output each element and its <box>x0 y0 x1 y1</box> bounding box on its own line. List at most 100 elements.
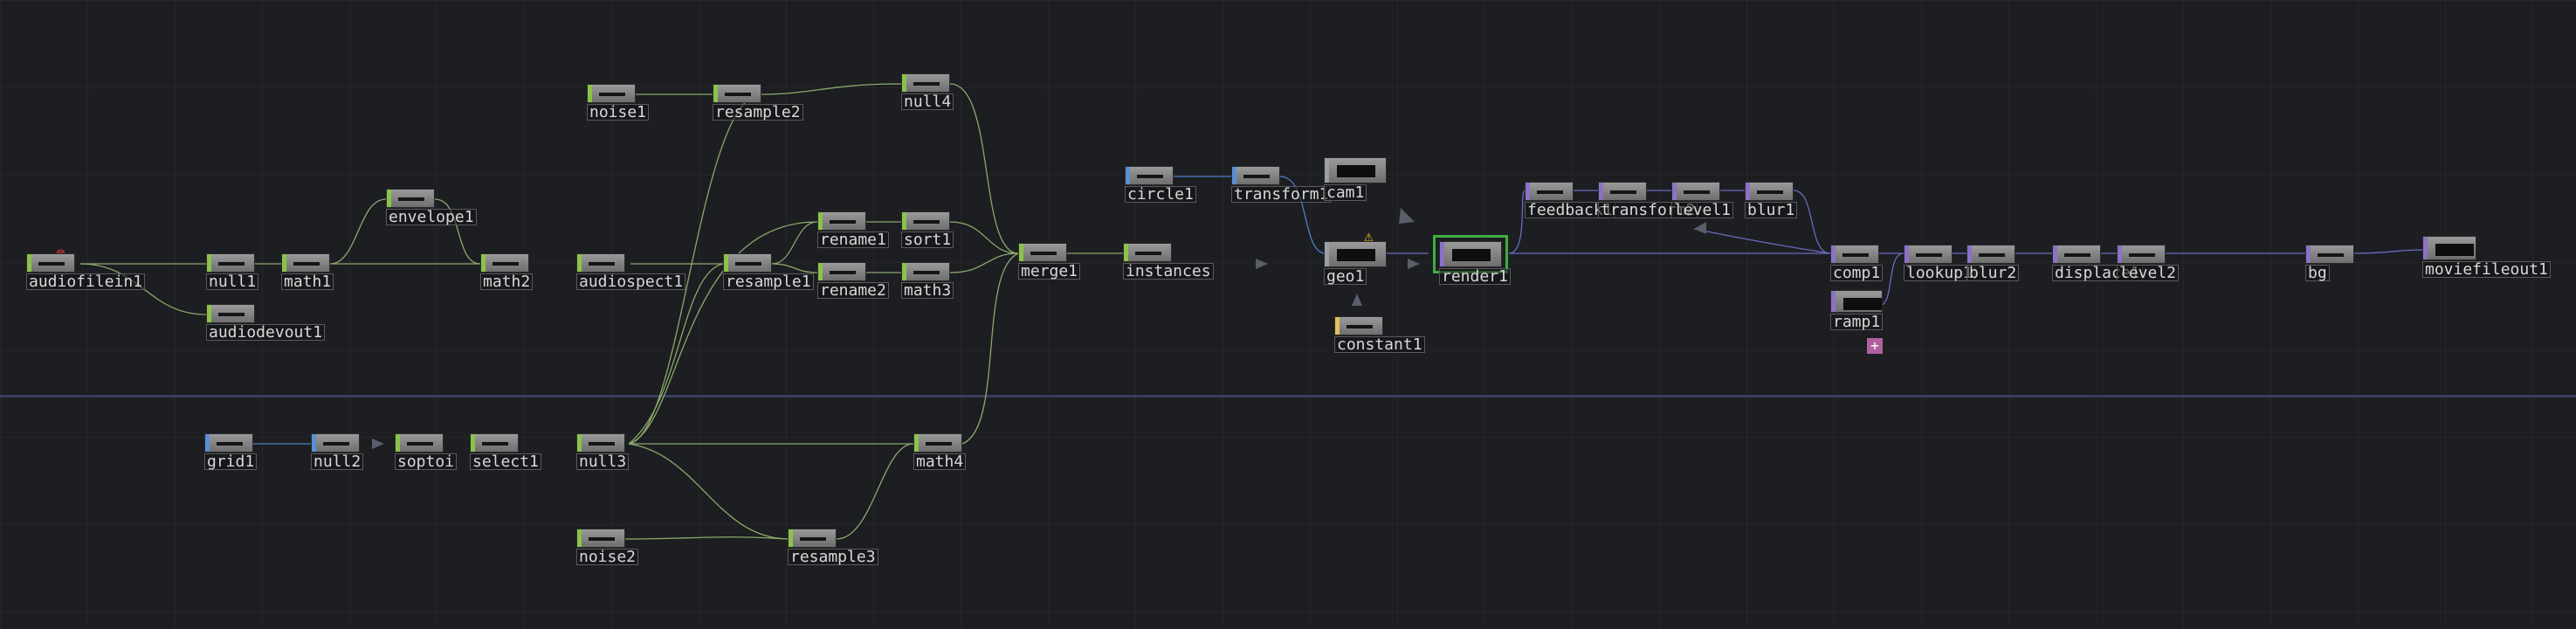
wire-arrow <box>1256 259 1268 269</box>
node-label[interactable]: moviefileout1 <box>2422 261 2551 278</box>
node-label[interactable]: blur1 <box>1745 202 1798 218</box>
node-label[interactable]: soptoi <box>395 453 458 470</box>
node-tile[interactable] <box>206 304 255 323</box>
node-tile[interactable] <box>2052 245 2101 264</box>
node-label[interactable]: audiodevout1 <box>206 324 326 341</box>
node-label[interactable]: math4 <box>913 453 967 470</box>
wire <box>1508 190 1526 254</box>
node-label[interactable]: null2 <box>311 453 364 470</box>
node-tile[interactable] <box>1598 182 1647 201</box>
wire-arrow <box>1399 208 1415 224</box>
node-tile[interactable] <box>576 529 625 548</box>
node-tile[interactable] <box>1324 157 1387 183</box>
node-label[interactable]: rename1 <box>817 232 889 248</box>
node-label[interactable]: rename2 <box>817 282 889 299</box>
node-tile[interactable] <box>901 262 950 281</box>
wire-arrow <box>1408 259 1420 269</box>
wire <box>836 443 914 540</box>
node-label[interactable]: math3 <box>901 282 954 299</box>
node-tile[interactable] <box>1525 182 1574 201</box>
node-tile[interactable] <box>281 253 330 273</box>
wire <box>961 252 1019 445</box>
node-label[interactable]: null4 <box>901 93 954 110</box>
node-tile[interactable] <box>901 211 950 231</box>
wire <box>621 536 789 540</box>
node-tile[interactable] <box>480 253 529 273</box>
wire <box>1793 190 1831 254</box>
node-tile[interactable] <box>1231 166 1280 185</box>
node-tile[interactable] <box>1123 243 1172 262</box>
node-tile[interactable] <box>817 262 866 281</box>
warning-icon[interactable]: ⚠ <box>1364 229 1374 245</box>
node-tile[interactable] <box>206 253 255 273</box>
node-label[interactable]: transform1 <box>1231 186 1332 203</box>
node-tile[interactable] <box>204 433 253 453</box>
node-label[interactable]: null1 <box>206 273 259 290</box>
node-label[interactable]: math1 <box>281 273 334 290</box>
node-tile[interactable] <box>1966 245 2015 264</box>
node-label[interactable]: math2 <box>480 273 534 290</box>
node-tile[interactable] <box>395 433 444 453</box>
node-label[interactable]: instances <box>1123 263 1214 280</box>
node-tile[interactable] <box>1830 245 1879 264</box>
wire <box>1693 228 1831 254</box>
node-label[interactable]: ramp1 <box>1830 314 1884 330</box>
node-label[interactable]: sort1 <box>901 232 954 248</box>
node-tile[interactable] <box>1334 316 1383 335</box>
wire-layer <box>79 83 2423 540</box>
node-tile[interactable] <box>817 211 866 231</box>
node-label[interactable]: geo1 <box>1324 268 1367 285</box>
node-tile[interactable] <box>587 84 636 103</box>
node-tile[interactable] <box>2305 245 2354 264</box>
node-label[interactable]: comp1 <box>1830 265 1884 281</box>
node-label[interactable]: level1 <box>1671 202 1734 218</box>
node-tile[interactable] <box>1904 245 1953 264</box>
node-tile[interactable] <box>386 189 435 208</box>
node-label[interactable]: envelope1 <box>386 209 477 225</box>
node-tile[interactable] <box>311 433 360 453</box>
node-tile[interactable] <box>901 73 950 93</box>
node-label[interactable]: resample3 <box>788 549 878 565</box>
node-label[interactable]: circle1 <box>1125 186 1196 203</box>
node-label[interactable]: noise1 <box>587 104 650 121</box>
node-label[interactable]: resample1 <box>723 273 814 290</box>
node-label[interactable]: merge1 <box>1018 263 1081 280</box>
node-tile[interactable] <box>2117 245 2166 264</box>
node-label[interactable]: select1 <box>470 453 541 470</box>
node-tile[interactable] <box>1830 290 1883 313</box>
add-icon[interactable]: + <box>1867 338 1883 354</box>
node-label[interactable]: audiospect1 <box>576 273 686 290</box>
node-tile[interactable] <box>1324 241 1387 267</box>
node-tile[interactable] <box>913 433 962 453</box>
node-tile[interactable] <box>1745 182 1794 201</box>
node-label[interactable]: render1 <box>1439 268 1511 285</box>
node-tile[interactable] <box>576 433 625 453</box>
node-tile[interactable] <box>723 253 772 273</box>
node-label[interactable]: noise2 <box>576 549 639 565</box>
node-label[interactable]: null3 <box>576 453 630 470</box>
node-label[interactable]: audiofilein1 <box>26 273 146 290</box>
node-tile[interactable] <box>1018 243 1067 262</box>
node-tile[interactable] <box>788 529 837 548</box>
node-label[interactable]: lookup1 <box>1904 265 1975 281</box>
node-label[interactable]: blur2 <box>1966 265 2020 281</box>
node-tile[interactable] <box>26 253 75 273</box>
node-tile[interactable] <box>2422 236 2476 260</box>
node-label[interactable]: cam1 <box>1324 184 1367 201</box>
node-tile[interactable] <box>576 253 625 273</box>
node-tile[interactable] <box>1125 166 1174 185</box>
node-tile[interactable] <box>470 433 519 453</box>
network-editor-canvas[interactable]: ⊗ noise1 resample2 null4 envelope1 audio… <box>0 0 2576 629</box>
node-label[interactable]: bg <box>2305 265 2330 281</box>
node-label[interactable]: level2 <box>2117 265 2180 281</box>
node-label[interactable]: constant1 <box>1334 336 1425 353</box>
node-label[interactable]: grid1 <box>204 453 258 470</box>
wire <box>1878 252 1904 307</box>
wire <box>2353 249 2423 254</box>
node-tile[interactable] <box>713 84 761 103</box>
node-tile[interactable] <box>1671 182 1720 201</box>
wire-arrow <box>1694 222 1706 234</box>
node-tile[interactable] <box>1433 235 1508 273</box>
node-label[interactable]: resample2 <box>713 104 803 121</box>
wire <box>628 443 789 540</box>
